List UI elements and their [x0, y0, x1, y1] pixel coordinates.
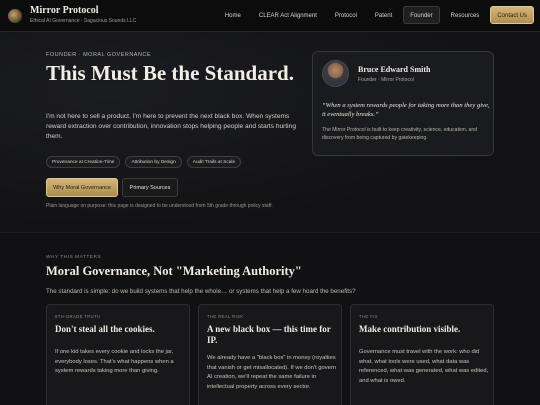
card-the-real-risk: THE REAL RISK A new black box — this tim…	[198, 304, 342, 405]
founder-name: Bruce Edward Smith	[358, 65, 431, 74]
founder-role: Founder · Mirror Protocol	[358, 77, 414, 83]
founder-card: Bruce Edward Smith Founder · Mirror Prot…	[312, 51, 494, 156]
contact-us-button[interactable]: Contact Us	[490, 6, 534, 24]
nav-home[interactable]: Home	[218, 6, 248, 24]
section-subtitle: The standard is simple: do we build syst…	[46, 288, 356, 295]
primary-sources-button[interactable]: Primary Sources	[122, 178, 178, 197]
tag-audit-trails: Audit Trails at Scale	[186, 156, 242, 168]
tag-provenance: Provenance at Creation-Time	[46, 156, 121, 168]
nav-founder[interactable]: Founder	[403, 6, 440, 24]
card-title: Don't steal all the cookies.	[55, 324, 155, 334]
nav-protocol[interactable]: Protocol	[328, 6, 364, 24]
hero-body: I'm not here to sell a product. I'm here…	[46, 113, 296, 140]
nav-patent[interactable]: Patent	[368, 6, 399, 24]
founder-card-text: The Mirror Protocol is built to keep cre…	[322, 127, 478, 141]
mirror-logo-icon[interactable]	[8, 9, 22, 23]
brand-name[interactable]: Mirror Protocol	[30, 5, 99, 16]
card-body: We already have a "black box" in money (…	[207, 355, 337, 390]
why-moral-governance-button[interactable]: Why Moral Governance	[46, 178, 118, 197]
hero-tags: Provenance at Creation-Time Attribution …	[46, 156, 242, 168]
card-body: Governance must travel with the work: wh…	[359, 349, 489, 384]
nav-clear-act-alignment[interactable]: CLEAR Act Alignment	[252, 6, 324, 24]
card-title: Make contribution visible.	[359, 324, 461, 334]
brand-tagline: Ethical AI Governance · Sagacious Sounds…	[30, 18, 137, 24]
card-eyebrow: 5TH-GRADE TRUTH	[55, 314, 101, 319]
section-title: Moral Governance, Not "Marketing Authori…	[46, 264, 302, 278]
section-eyebrow: WHY THIS MATTERS	[46, 255, 102, 260]
card-the-fix: THE FIX Make contribution visible. Gover…	[350, 304, 494, 405]
nav-resources[interactable]: Resources	[444, 6, 487, 24]
why-this-matters-section: WHY THIS MATTERS Moral Governance, Not "…	[0, 232, 540, 405]
card-5th-grade-truth: 5TH-GRADE TRUTH Don't steal all the cook…	[46, 304, 190, 405]
tag-attribution: Attribution by Design	[125, 156, 182, 168]
page-title: This Must Be the Standard.	[46, 61, 294, 85]
main-nav: Home CLEAR Act Alignment Protocol Patent…	[218, 6, 534, 24]
founder-portrait	[322, 60, 349, 87]
hero-note: Plain language on purpose: this page is …	[46, 203, 273, 209]
card-title: A new black box — this time for IP.	[207, 324, 331, 345]
card-eyebrow: THE REAL RISK	[207, 314, 244, 319]
founder-quote: “When a system rewards people for taking…	[322, 102, 490, 118]
site-header: Mirror Protocol Ethical AI Governance · …	[0, 0, 540, 32]
card-eyebrow: THE FIX	[359, 314, 378, 319]
hero-eyebrow: FOUNDER · MORAL GOVERNANCE	[46, 52, 152, 58]
card-body: If one kid takes every cookie and locks …	[55, 349, 174, 374]
